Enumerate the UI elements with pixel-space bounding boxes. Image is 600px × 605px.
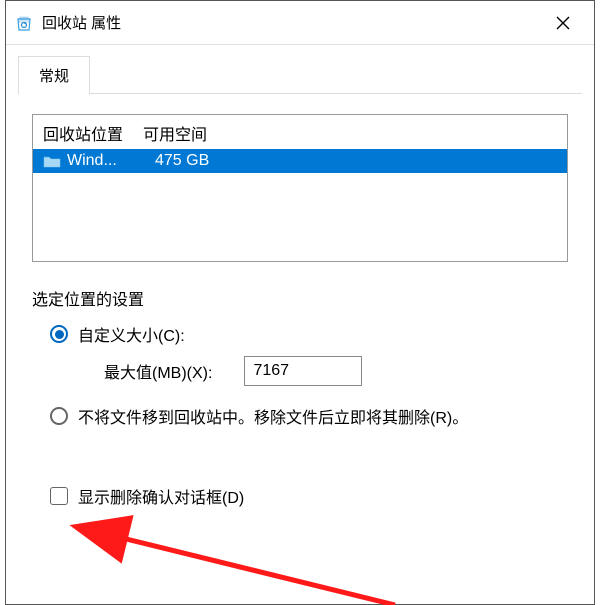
settings-section-title: 选定位置的设置 [32,286,568,310]
tab-content: 回收站位置 可用空间 Wind... 475 GB 选定位置的设置 自定义大小(… [6,94,594,604]
tab-strip: 常规 [6,45,594,94]
drive-space: 475 GB [149,152,557,170]
folder-icon [43,154,61,168]
max-size-label: 最大值(MB)(X): [104,359,212,383]
titlebar: 回收站 属性 [6,1,594,45]
col-header-location: 回收站位置 [43,121,143,145]
confirm-checkbox-row[interactable]: 显示删除确认对话框(D) [32,484,568,508]
radio-no-recycle-row[interactable]: 不将文件移到回收站中。移除文件后立即将其删除(R)。 [32,404,568,428]
close-button[interactable] [540,1,586,45]
confirm-checkbox-label: 显示删除确认对话框(D) [78,484,244,508]
radio-no-recycle[interactable] [50,407,68,425]
properties-dialog: 回收站 属性 常规 回收站位置 可用空间 Wind... [5,0,595,605]
col-header-space: 可用空间 [143,121,557,145]
window-title: 回收站 属性 [42,12,540,33]
drive-name: Wind... [67,152,149,170]
confirm-checkbox[interactable] [50,487,68,505]
listbox-header: 回收站位置 可用空间 [33,115,567,149]
radio-custom-size-label: 自定义大小(C): [78,322,185,346]
radio-no-recycle-label: 不将文件移到回收站中。移除文件后立即将其删除(R)。 [78,404,468,428]
radio-custom-size[interactable] [50,325,68,343]
max-size-input[interactable] [244,356,362,386]
drive-row[interactable]: Wind... 475 GB [33,149,567,173]
max-size-row: 最大值(MB)(X): [32,356,568,386]
drive-listbox[interactable]: 回收站位置 可用空间 Wind... 475 GB [32,114,568,262]
recycle-bin-icon [14,13,34,33]
tab-general[interactable]: 常规 [18,56,90,95]
radio-custom-size-row[interactable]: 自定义大小(C): [32,322,568,346]
